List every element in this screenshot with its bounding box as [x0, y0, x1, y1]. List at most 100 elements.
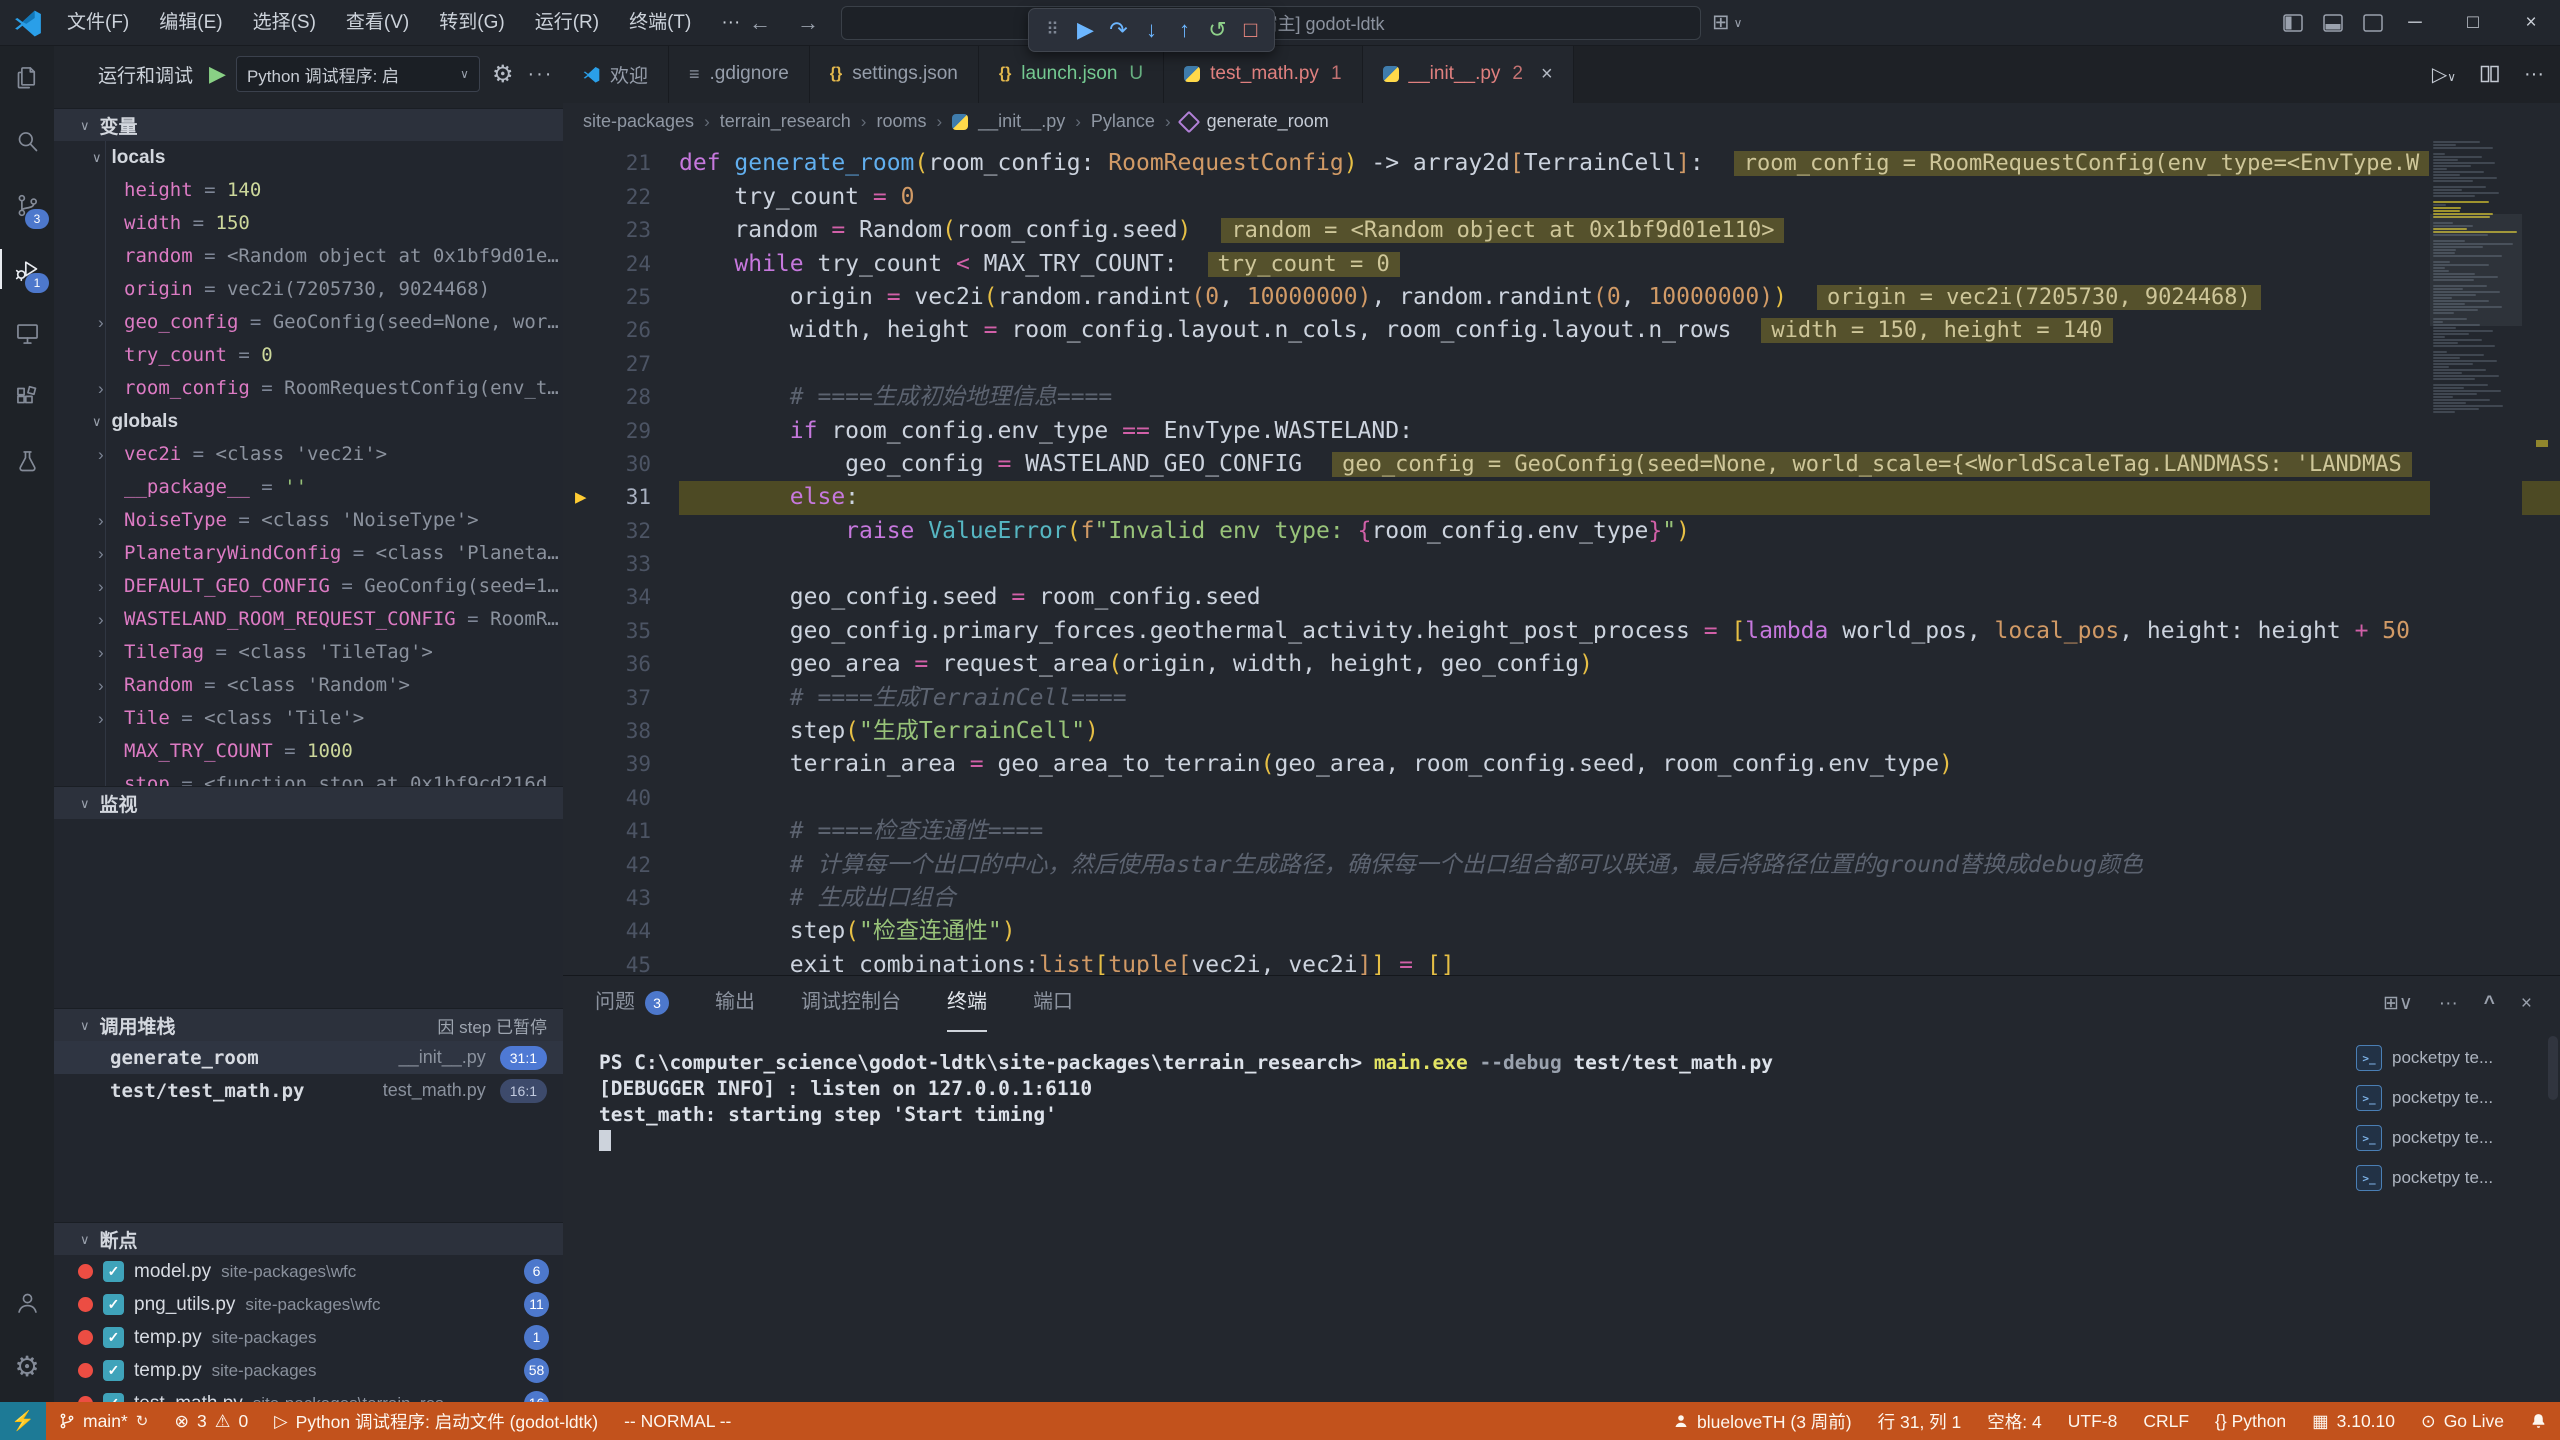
terminal-list-item[interactable]: >_pocketpy te...	[2356, 1158, 2536, 1198]
panel-tab[interactable]: 终端	[947, 975, 987, 1032]
step-over-button[interactable]: ↷	[1102, 10, 1135, 50]
breakpoints-header[interactable]: ∨ 断点	[54, 1222, 563, 1256]
status-eol[interactable]: CRLF	[2130, 1402, 2202, 1440]
editor-tab[interactable]: 欢迎	[563, 45, 669, 103]
code-line[interactable]: 45 exit_combinations:list[tuple[vec2i, v…	[563, 949, 2560, 975]
restart-button[interactable]: ↺	[1201, 10, 1234, 50]
menu-item[interactable]: 查看(V)	[331, 0, 424, 45]
minimap[interactable]	[2430, 140, 2522, 975]
breakpoint-row[interactable]: ✓temp.pysite-packages58	[54, 1354, 563, 1387]
code-line[interactable]: 35 geo_config.primary_forces.geothermal_…	[563, 615, 2560, 648]
stop-button[interactable]: □	[1234, 10, 1267, 50]
maximize-icon[interactable]: ^	[2484, 993, 2495, 1015]
menu-item[interactable]: 转到(G)	[424, 0, 519, 45]
code-line[interactable]: 31▶ else:	[563, 481, 2560, 514]
activity-item-source-control[interactable]: 3	[0, 173, 54, 237]
panel-tab[interactable]: 输出	[715, 975, 755, 1032]
editor-tab[interactable]: __init__.py2×	[1363, 45, 1574, 103]
breadcrumb-item[interactable]: Pylance	[1091, 111, 1155, 132]
variables-header[interactable]: ∨ 变量	[54, 108, 563, 142]
activity-item-extensions[interactable]	[0, 365, 54, 429]
activity-item-settings[interactable]: ⚙	[0, 1334, 54, 1398]
breadcrumb-item[interactable]: __init__.py	[978, 111, 1065, 132]
debug-config-select[interactable]: Python 调试程序: 启 ∨	[236, 56, 480, 92]
breadcrumb-item[interactable]: rooms	[876, 111, 926, 132]
toggle-secondary-sidebar-icon[interactable]	[2362, 12, 2384, 34]
variable-row[interactable]: origin = vec2i(7205730, 9024468)	[54, 273, 563, 306]
code-line[interactable]: 20	[563, 140, 2560, 147]
code-line[interactable]: 26 width, height = room_config.layout.n_…	[563, 314, 2560, 347]
status-go-live[interactable]: ⊙Go Live	[2408, 1402, 2517, 1440]
breakpoint-row[interactable]: ✓png_utils.pysite-packages\wfc11	[54, 1288, 563, 1321]
variable-row[interactable]: stop = <function stop at 0x1bf9cd216d	[54, 768, 563, 786]
editor-tab[interactable]: test_math.py1	[1164, 45, 1362, 103]
activity-item-explorer[interactable]	[0, 45, 54, 109]
close-icon[interactable]: ×	[1541, 63, 1553, 86]
menu-item[interactable]: 编辑(E)	[144, 0, 237, 45]
variable-row[interactable]: ›NoiseType = <class 'NoiseType'>	[54, 504, 563, 537]
breakpoint-row[interactable]: ✓model.pysite-packages\wfc6	[54, 1255, 563, 1288]
activity-item-remote-explorer[interactable]	[0, 301, 54, 365]
status-language[interactable]: {} Python	[2202, 1402, 2299, 1440]
stack-frame[interactable]: test/test_math.pytest_math.py16:1	[54, 1074, 563, 1107]
checkbox-checked-icon[interactable]: ✓	[103, 1360, 124, 1381]
code-line[interactable]: 40	[563, 782, 2560, 815]
status-remote[interactable]: ⚡	[0, 1402, 46, 1440]
editor-tab[interactable]: ≡.gdignore	[669, 45, 810, 103]
status-vim-mode[interactable]: -- NORMAL --	[611, 1402, 744, 1440]
code-line[interactable]: 23 random = Random(room_config.seed)rand…	[563, 214, 2560, 247]
code-line[interactable]: 21def generate_room(room_config: RoomReq…	[563, 147, 2560, 180]
code-line[interactable]: 38 step("生成TerrainCell")	[563, 715, 2560, 748]
checkbox-checked-icon[interactable]: ✓	[103, 1261, 124, 1282]
minimize-button[interactable]: ─	[2386, 0, 2444, 45]
variable-row[interactable]: ›geo_config = GeoConfig(seed=None, wor…	[54, 306, 563, 339]
variable-row[interactable]: ›Random = <class 'Random'>	[54, 669, 563, 702]
activity-item-search[interactable]	[0, 109, 54, 173]
status-author[interactable]: blueloveTH (3 周前)	[1660, 1402, 1865, 1440]
split-editor-icon[interactable]	[2480, 64, 2500, 84]
menu-item[interactable]: 文件(F)	[52, 0, 144, 45]
code-line[interactable]: 36 geo_area = request_area(origin, width…	[563, 648, 2560, 681]
terminal-list-item[interactable]: >_pocketpy te...	[2356, 1118, 2536, 1158]
toggle-panel-icon[interactable]	[2322, 12, 2344, 34]
activity-item-accounts[interactable]	[0, 1270, 54, 1334]
gear-icon[interactable]: ⚙	[492, 60, 514, 89]
status-indentation[interactable]: 空格: 4	[1974, 1402, 2054, 1440]
code-line[interactable]: 30 geo_config = WASTELAND_GEO_CONFIGgeo_…	[563, 448, 2560, 481]
code-editor[interactable]: 2021def generate_room(room_config: RoomR…	[563, 140, 2560, 975]
code-line[interactable]: 39 terrain_area = geo_area_to_terrain(ge…	[563, 748, 2560, 781]
variable-row[interactable]: __package__ = ''	[54, 471, 563, 504]
continue-button[interactable]: ▶	[1069, 10, 1102, 50]
terminal-list-item[interactable]: >_pocketpy te...	[2356, 1038, 2536, 1078]
status-branch[interactable]: main*↻	[46, 1402, 161, 1440]
more-actions-icon[interactable]: ···	[2524, 63, 2544, 86]
code-line[interactable]: 34 geo_config.seed = room_config.seed	[563, 581, 2560, 614]
variable-row[interactable]: ›Tile = <class 'Tile'>	[54, 702, 563, 735]
status-cursor-position[interactable]: 行 31, 列 1	[1865, 1402, 1975, 1440]
code-line[interactable]: 42 # 计算每一个出口的中心，然后使用astar生成路径，确保每一个出口组合都…	[563, 849, 2560, 882]
close-icon[interactable]: ×	[2521, 993, 2532, 1015]
editor-tab[interactable]: {}launch.jsonU	[979, 45, 1164, 103]
close-button[interactable]: ×	[2502, 0, 2560, 45]
status-encoding[interactable]: UTF-8	[2055, 1402, 2131, 1440]
variable-row[interactable]: width = 150	[54, 207, 563, 240]
toggle-sidebar-icon[interactable]	[2282, 12, 2304, 34]
panel-tab[interactable]: 调试控制台	[801, 975, 901, 1032]
nav-forward-icon[interactable]: →	[788, 0, 828, 45]
variable-row[interactable]: ›WASTELAND_ROOM_REQUEST_CONFIG = RoomR…	[54, 603, 563, 636]
status-debugger[interactable]: ▷Python 调试程序: 启动文件 (godot-ldtk)	[261, 1402, 611, 1440]
panel-tab[interactable]: 端口	[1033, 975, 1073, 1032]
variable-row[interactable]: random = <Random object at 0x1bf9d01e…	[54, 240, 563, 273]
variable-row[interactable]: ›TileTag = <class 'TileTag'>	[54, 636, 563, 669]
checkbox-checked-icon[interactable]: ✓	[103, 1393, 124, 1402]
breakpoint-row[interactable]: ✓temp.pysite-packages1	[54, 1321, 563, 1354]
variable-row[interactable]: try_count = 0	[54, 339, 563, 372]
code-line[interactable]: 41 # ====检查连通性====	[563, 815, 2560, 848]
stack-frame[interactable]: generate_room__init__.py31:1	[54, 1041, 563, 1074]
variable-row[interactable]: ›PlanetaryWindConfig = <class 'Planeta…	[54, 537, 563, 570]
editor-tab[interactable]: {}settings.json	[810, 45, 979, 103]
more-icon[interactable]: ···	[2439, 993, 2458, 1015]
nav-back-icon[interactable]: ←	[740, 0, 780, 45]
watch-header[interactable]: ∨ 监视	[54, 786, 563, 820]
terminal-list-item[interactable]: >_pocketpy te...	[2356, 1078, 2536, 1118]
